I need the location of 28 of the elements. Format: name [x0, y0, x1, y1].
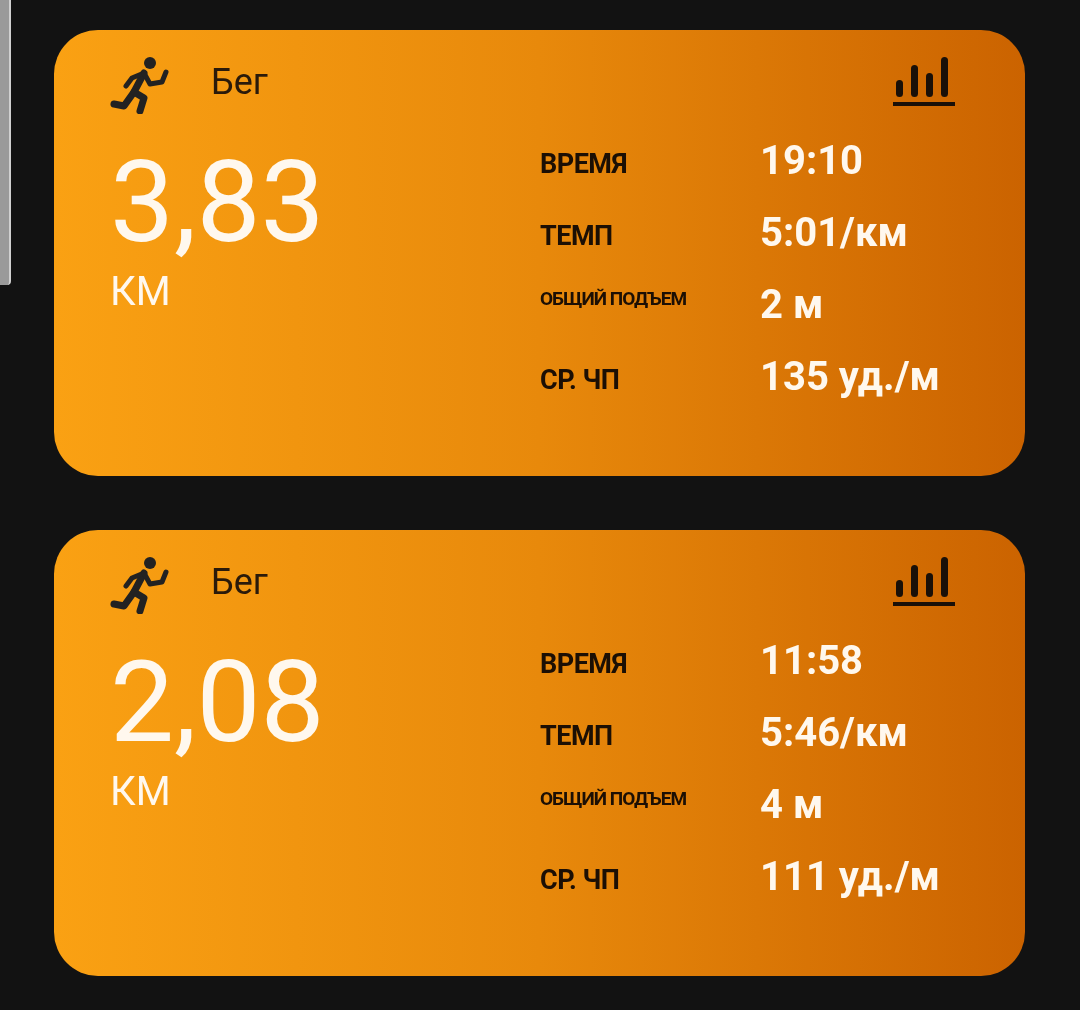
stat-value: 11:58 — [760, 636, 865, 684]
stat-value: 19:10 — [760, 136, 865, 184]
stat-label: ОБЩИЙ ПОДЪЕМ — [540, 286, 688, 310]
workout-card[interactable]: Бег 2,08 КМ ВРЕМЯ 11:58 ТЕМП 5:46/км ОБЩИЙ ПОДЪЕМ 4 м СР. ЧП 111 уд./м — [54, 530, 1025, 976]
stat-label: ВРЕМЯ — [540, 148, 628, 180]
activity-name: Бег — [211, 561, 269, 603]
stat-value: 5:01/км — [760, 208, 909, 256]
stat-value: 111 уд./м — [760, 852, 940, 900]
stat-label: СР. ЧП — [540, 864, 621, 896]
stat-label: ОБЩИЙ ПОДЪЕМ — [540, 786, 688, 810]
runner-icon — [110, 56, 170, 114]
stat-value: 2 м — [760, 280, 825, 328]
distance-value: 2,08 — [110, 642, 325, 762]
distance-unit: КМ — [110, 268, 171, 315]
stat-value: 4 м — [760, 780, 825, 828]
workout-card[interactable]: Бег 3,83 КМ ВРЕМЯ 19:10 ТЕМП 5:01/км ОБЩИЙ ПОДЪЕМ 2 м СР. ЧП 135 уд./м — [54, 30, 1025, 476]
activity-name: Бег — [211, 61, 269, 103]
distance-unit: КМ — [110, 768, 171, 815]
bar-chart-icon[interactable] — [893, 57, 955, 107]
stat-label: ВРЕМЯ — [540, 648, 628, 680]
runner-icon — [110, 556, 170, 614]
stat-value: 5:46/км — [760, 708, 909, 756]
stat-label: ТЕМП — [540, 220, 614, 252]
stat-label: СР. ЧП — [540, 364, 621, 396]
distance-value: 3,83 — [110, 142, 325, 262]
stat-label: ТЕМП — [540, 720, 614, 752]
bar-chart-icon[interactable] — [893, 557, 955, 607]
stat-value: 135 уд./м — [760, 352, 940, 400]
